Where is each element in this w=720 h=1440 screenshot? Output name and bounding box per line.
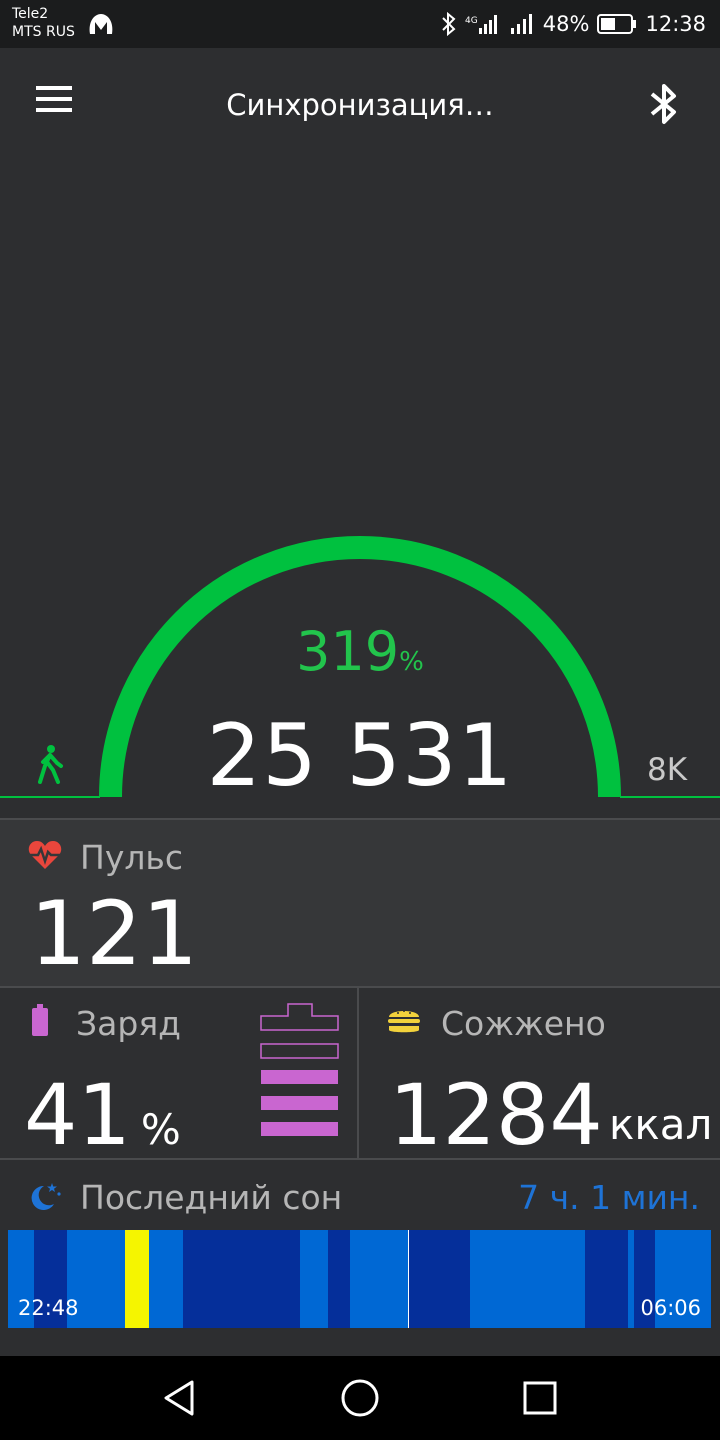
pulse-card[interactable]: Пульс 121 xyxy=(0,820,720,986)
burned-unit: ккал xyxy=(609,1100,713,1149)
pulse-label: Пульс xyxy=(80,838,184,877)
signal-strength-icon xyxy=(509,12,535,36)
bluetooth-status-icon xyxy=(441,12,457,36)
sleep-phase-light xyxy=(350,1230,408,1328)
sleep-phase-deep xyxy=(409,1230,470,1328)
mobile-signal-icon: 4G xyxy=(465,12,501,36)
sleep-phase-deep xyxy=(183,1230,300,1328)
sleep-label: Последний сон xyxy=(80,1178,343,1217)
page-title: Синхронизация… xyxy=(226,88,494,122)
battery-level-segment xyxy=(261,1096,338,1110)
sleep-phase-chart[interactable]: 22:48 06:06 xyxy=(8,1230,711,1328)
charge-label: Заряд xyxy=(76,1004,181,1043)
battery-level-segment xyxy=(261,1070,338,1084)
burned-card[interactable]: Сожжено 1284 ккал xyxy=(359,988,720,1164)
battery-icon xyxy=(597,13,637,35)
carrier-name: Tele2 xyxy=(12,6,49,22)
sleep-card[interactable]: Последний сон 7 ч. 1 мин. 22:48 06:06 xyxy=(0,1160,720,1356)
moon-stars-icon xyxy=(28,1180,62,1214)
burger-icon xyxy=(387,1006,421,1038)
battery-level-segment xyxy=(261,1122,338,1136)
steps-gauge[interactable]: 319% 25 531 8K xyxy=(0,480,720,820)
app-bar: Синхронизация… xyxy=(0,48,720,164)
battery-level-segment xyxy=(260,1043,339,1059)
steps-count: 25 531 xyxy=(206,706,514,806)
navigation-bar xyxy=(0,1356,720,1440)
sleep-phase-awake xyxy=(125,1230,149,1328)
steps-percent: 319% xyxy=(0,620,720,683)
charge-value: 41 xyxy=(24,1066,131,1164)
sleep-phase-deep xyxy=(585,1230,628,1328)
svg-text:4G: 4G xyxy=(465,16,478,26)
steps-goal: 8K xyxy=(647,752,688,788)
burned-label: Сожжено xyxy=(441,1004,606,1043)
charge-card[interactable]: Заряд 41% xyxy=(0,988,357,1164)
battery-level-indicator xyxy=(260,1003,339,1136)
sleep-phase-light xyxy=(149,1230,183,1328)
charge-value-wrap: 41% xyxy=(24,1066,181,1164)
steps-percent-symbol: % xyxy=(399,647,424,677)
sleep-start-time: 22:48 xyxy=(18,1296,79,1320)
status-bar: Tele2 MTS RUS 4G 48% 12:38 xyxy=(0,0,720,48)
battery-percent: 48% xyxy=(542,12,590,36)
charge-unit: % xyxy=(140,1105,181,1154)
recents-square-icon[interactable] xyxy=(518,1378,562,1418)
sleep-phase-light xyxy=(470,1230,585,1328)
burned-value: 1284 xyxy=(389,1066,603,1164)
carrier-name-secondary: MTS RUS xyxy=(12,24,75,40)
steps-percent-value: 319 xyxy=(296,620,400,683)
app-notification-icon xyxy=(86,10,116,42)
battery-cap-segment xyxy=(260,1003,339,1031)
heart-rate-icon xyxy=(28,840,62,874)
sleep-duration: 7 ч. 1 мин. xyxy=(518,1178,700,1217)
sleep-phase-deep xyxy=(328,1230,350,1328)
sleep-phase-light xyxy=(300,1230,328,1328)
sleep-end-time: 06:06 xyxy=(640,1296,701,1320)
clock: 12:38 xyxy=(645,12,706,36)
pulse-value: 121 xyxy=(30,882,198,985)
battery-small-icon xyxy=(32,1004,48,1040)
home-circle-icon[interactable] xyxy=(338,1378,382,1418)
bluetooth-icon[interactable] xyxy=(644,82,684,126)
back-triangle-icon[interactable] xyxy=(158,1378,202,1418)
